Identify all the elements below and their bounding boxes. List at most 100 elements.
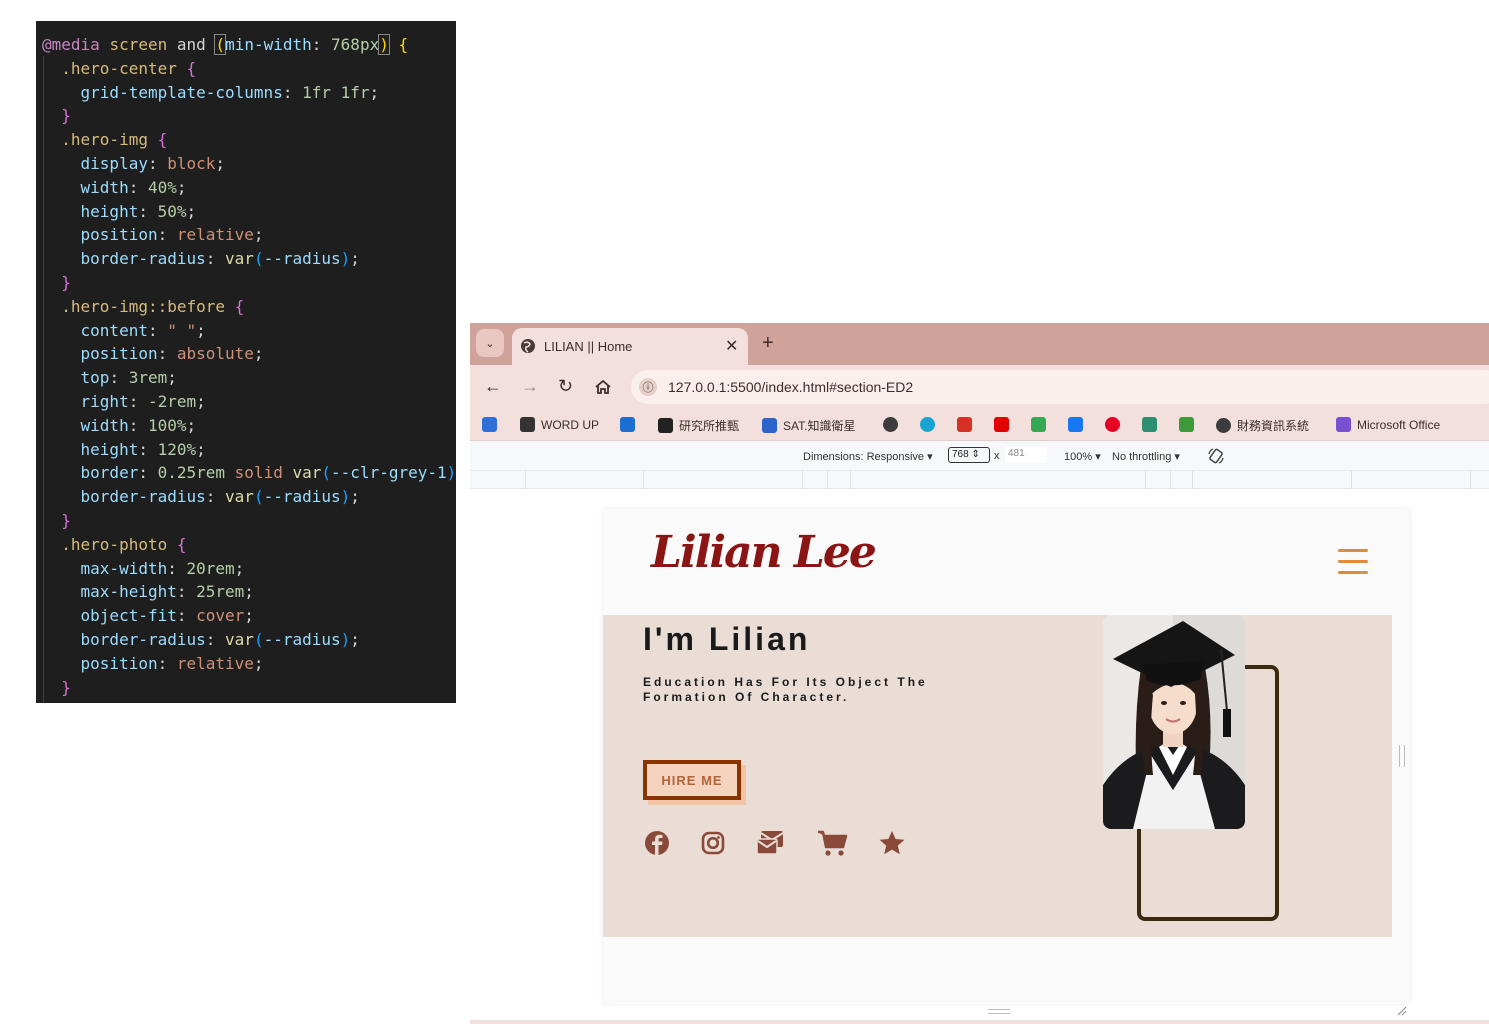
device-viewport: Lilian Lee I'm Lilian Education Has For … [603,509,1410,1004]
code-line[interactable]: } [42,104,71,128]
code-line[interactable]: border-radius: var(--radius); [42,628,360,652]
code-line[interactable]: width: 40%; [42,176,187,200]
bookmarks-bar: WORD UP 研究所推甄 SAT.知識衛星 財務資訊系統 Microsoft Offi… [470,409,1489,441]
rotate-icon[interactable] [1207,447,1225,465]
bookmark-item[interactable] [957,417,972,432]
instagram-icon[interactable] [699,829,727,857]
code-line[interactable]: max-width: 20rem; [42,557,245,581]
tool-icon [1142,417,1157,432]
code-line[interactable]: .hero-img::before { [42,295,244,319]
cart-icon[interactable] [817,829,849,857]
tab-strip: ⌄ LILIAN || Home ✕ + [470,323,1489,365]
word-up-icon [520,417,535,432]
code-line[interactable]: .hero-photo { [42,533,186,557]
reload-button[interactable]: ↻ [558,377,573,395]
back-button[interactable]: ← [484,377,502,395]
code-line[interactable]: border: 0.25rem solid var(--clr-grey-1) [42,461,456,485]
code-line[interactable]: } [42,271,71,295]
code-line[interactable]: position: relative; [42,652,264,676]
dimensions-label: Dimensions: Responsive [803,451,925,463]
notion-icon [658,418,673,433]
hero-title: I'm Lilian [643,621,811,657]
home-icon[interactable] [594,378,612,396]
height-input[interactable]: 481 [1005,447,1047,463]
bookmark-item[interactable] [883,417,898,432]
gmail-icon [957,417,972,432]
mail-icon[interactable] [755,829,787,857]
page-below-hero [603,937,1392,1004]
width-input[interactable]: 768 ⇕ [948,447,990,463]
browser-toolbar: ← → ↻ ⓘ 127.0.0.1:5500/index.html#sectio… [470,365,1489,409]
spreadsheet-icon [1179,417,1194,432]
code-line[interactable]: position: absolute; [42,342,264,366]
bookmark-item[interactable]: SAT.知識衛星 [762,417,855,434]
youtube-icon [994,417,1009,432]
code-line[interactable]: height: 120%; [42,438,206,462]
code-line[interactable]: @media screen and (min-width: 768px) { [42,33,408,57]
onedrive-icon [620,417,635,432]
bookmark-label: Microsoft Office [1357,417,1441,432]
code-line[interactable]: height: 50%; [42,200,197,224]
code-line[interactable]: } [42,676,71,700]
code-line[interactable]: content: " "; [42,319,206,343]
viewport-width-resize-handle[interactable] [1399,745,1405,767]
viewport-corner-resize-handle[interactable] [1395,1004,1407,1016]
code-line[interactable]: border-radius: var(--radius); [42,485,360,509]
bookmark-label: 財務資訊系統 [1237,419,1310,433]
new-tab-button[interactable]: + [762,332,774,355]
url-text: 127.0.0.1:5500/index.html#section-ED2 [668,379,914,395]
bookmark-item[interactable] [1179,417,1194,432]
code-line[interactable]: right: -2rem; [42,390,206,414]
google-drive-icon [482,417,497,432]
code-line[interactable]: top: 3rem; [42,366,177,390]
globe-icon [1216,418,1231,433]
code-line[interactable]: position: relative; [42,223,264,247]
media-query-ruler[interactable] [470,471,1489,489]
site-navbar: Lilian Lee [603,509,1392,615]
browser-window: ⌄ LILIAN || Home ✕ + ← → ↻ ⓘ 127.0.0.1:5… [470,323,1489,1024]
graduate-portrait-image [1103,615,1245,829]
star-icon[interactable] [878,829,906,857]
code-line[interactable]: display: block; [42,152,226,176]
code-line[interactable]: border-radius: var(--radius); [42,247,360,271]
bookmark-item[interactable] [920,417,935,432]
code-line[interactable]: max-height: 25rem; [42,580,254,604]
facebook-icon[interactable] [643,829,671,857]
bookmark-item[interactable]: Microsoft Office [1336,417,1440,432]
hire-me-button[interactable]: HIRE ME [643,760,741,800]
bookmark-item[interactable] [620,417,635,432]
address-bar[interactable]: ⓘ 127.0.0.1:5500/index.html#section-ED2 [631,370,1489,404]
hamburger-menu-icon[interactable] [1338,549,1368,575]
bookmark-item[interactable]: 財務資訊系統 [1216,417,1309,434]
code-editor[interactable]: @media screen and (min-width: 768px) { .… [36,21,456,703]
dimensions-dropdown[interactable]: Dimensions: Responsive ▾ [803,450,933,463]
tab-active[interactable]: LILIAN || Home ✕ [512,328,748,365]
bookmark-item[interactable]: 研究所推甄 [658,417,739,434]
tab-search-button[interactable]: ⌄ [476,329,504,357]
site-logo[interactable]: Lilian Lee [651,527,877,578]
code-line[interactable]: .hero-center { [42,57,196,81]
bookmark-item[interactable] [1068,417,1083,432]
code-line[interactable]: object-fit: cover; [42,604,254,628]
office-icon [1336,417,1351,432]
forward-button[interactable]: → [521,377,539,395]
bookmark-item[interactable] [1142,417,1157,432]
code-line[interactable]: } [42,509,71,533]
bookmark-item[interactable]: WORD UP [520,417,599,432]
code-line[interactable]: .hero-img { [42,128,167,152]
viewport-height-resize-handle[interactable] [988,1009,1010,1014]
globe-icon [883,417,898,432]
bookmark-item[interactable] [1031,417,1046,432]
bookmark-item[interactable] [1105,417,1120,432]
bookmark-item[interactable] [482,417,497,432]
sat-icon [762,418,777,433]
bookmark-item[interactable] [994,417,1009,432]
zoom-dropdown[interactable]: 100% ▾ [1064,450,1101,463]
bookmark-label: SAT.知識衛星 [783,419,856,433]
tab-close-button[interactable]: ✕ [725,336,738,356]
code-line[interactable]: grid-template-columns: 1fr 1fr; [42,81,380,105]
bookmark-label: WORD UP [541,417,599,432]
code-line[interactable]: width: 100%; [42,414,197,438]
throttling-dropdown[interactable]: No throttling ▾ [1112,450,1180,463]
site-info-icon[interactable]: ⓘ [639,378,657,396]
